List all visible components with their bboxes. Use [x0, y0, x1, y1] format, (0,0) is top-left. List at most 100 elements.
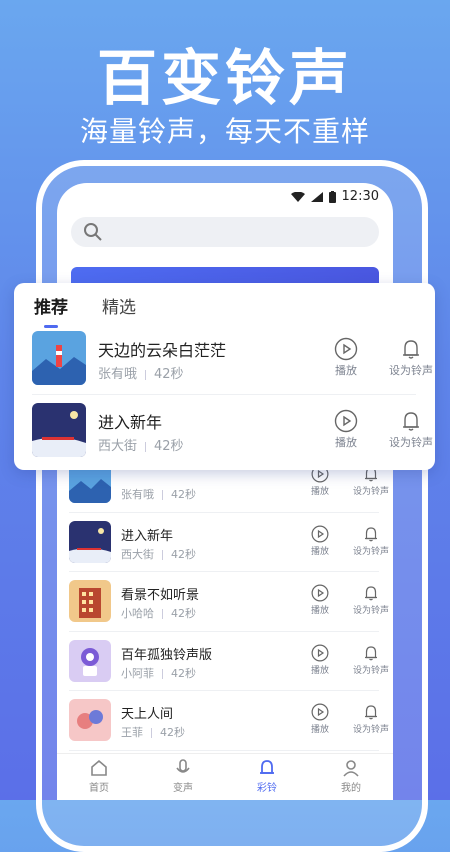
- song-meta: 王菲 42秒: [121, 724, 185, 740]
- duration: 42秒: [154, 439, 184, 454]
- song-title: 看景不如听景: [121, 588, 200, 603]
- play-button[interactable]: 播放: [316, 337, 376, 378]
- song-meta: 张有哦 42秒: [121, 486, 196, 502]
- battery-icon: [328, 190, 336, 203]
- play-button[interactable]: 播放: [316, 409, 376, 450]
- list-item[interactable]: 进入新年西大街 42秒 播放 设为铃声: [69, 513, 389, 572]
- play-button[interactable]: 播放: [295, 644, 345, 676]
- meta-divider: [145, 441, 147, 452]
- duration: 42秒: [154, 367, 184, 382]
- tab-mine[interactable]: 我的: [309, 754, 393, 800]
- song-title: 天边的云朵白茫茫: [98, 341, 227, 360]
- bottom-tabbar: 首页 变声 彩铃 我的: [57, 753, 393, 800]
- tab-recommended[interactable]: 推荐: [34, 293, 68, 328]
- play-button[interactable]: 播放: [295, 584, 345, 616]
- user-icon: [343, 760, 359, 777]
- cover-thumbnail: [69, 639, 111, 682]
- play-icon: [311, 584, 329, 602]
- play-label: 播放: [335, 436, 357, 449]
- meta-divider: [162, 668, 163, 679]
- bell-icon: [403, 412, 419, 431]
- microphone-icon: [176, 759, 190, 773]
- status-bar: 12:30: [290, 189, 379, 204]
- song-title: 百年孤独铃声版: [121, 647, 213, 663]
- status-time: 12:30: [341, 189, 379, 204]
- play-icon: [334, 409, 358, 433]
- bell-icon: [260, 760, 274, 774]
- bell-icon: [365, 586, 377, 601]
- set-ringtone-button[interactable]: 设为铃声: [378, 409, 444, 450]
- ringtone-list: 张有哦 42秒 播放 设为铃声 进入新年 西大街 42秒 播放 设为铃声 看景不如听景 小哈哈 42秒…: [57, 453, 393, 800]
- artist-name: 小哈哈: [121, 607, 154, 620]
- set-ringtone-button[interactable]: 设为铃声: [341, 644, 393, 676]
- set-ringtone-button[interactable]: 设为铃声: [341, 584, 393, 616]
- card-item[interactable]: 进入新年 西大街 42秒 播放 设为铃声: [32, 403, 433, 473]
- song-title: 天上人间: [121, 707, 174, 722]
- meta-divider: [162, 490, 163, 500]
- promo-subline: 海量铃声，每天不重样: [79, 115, 370, 148]
- tab-voice[interactable]: 变声: [141, 754, 225, 800]
- cover-thumbnail: [69, 699, 111, 741]
- set-ringtone-label: 设为铃声: [352, 546, 389, 557]
- featured-card: 推荐 精选 天边的云朵白茫茫 张有哦 42秒 播放 设为铃声 进入新年 西大街 42…: [14, 283, 435, 470]
- cover-thumbnail: [69, 580, 111, 622]
- bell-icon: [365, 526, 377, 541]
- set-ringtone-label: 设为铃声: [389, 364, 433, 377]
- set-ringtone-button[interactable]: 设为铃声: [341, 703, 393, 735]
- meta-divider: [145, 369, 147, 380]
- tab-mine-label: 我的: [341, 783, 361, 794]
- home-icon: [91, 759, 107, 776]
- song-meta: 小哈哈 42秒: [121, 605, 196, 621]
- tab-home-label: 首页: [89, 783, 109, 794]
- bell-icon: [403, 340, 419, 359]
- play-button[interactable]: 播放: [295, 525, 345, 557]
- divider: [32, 394, 416, 395]
- tab-home[interactable]: 首页: [57, 754, 141, 800]
- cover-thumbnail: [32, 403, 86, 457]
- play-icon: [311, 644, 329, 661]
- tab-voice-label: 变声: [173, 783, 193, 794]
- set-ringtone-label: 设为铃声: [389, 436, 433, 449]
- song-meta: 张有哦 42秒: [98, 363, 184, 382]
- play-label: 播放: [310, 725, 329, 735]
- list-item[interactable]: 看景不如听景 小哈哈 42秒 播放 设为铃声: [69, 572, 389, 632]
- duration: 42秒: [171, 607, 196, 620]
- cover-thumbnail: [69, 520, 111, 563]
- set-ringtone-button[interactable]: 设为铃声: [378, 337, 444, 378]
- card-tabs: 推荐 精选: [34, 293, 136, 328]
- tab-ringback[interactable]: 彩铃: [225, 754, 309, 800]
- play-icon: [334, 337, 358, 361]
- tab-selected[interactable]: 精选: [102, 293, 136, 318]
- duration: 42秒: [171, 547, 196, 561]
- song-meta: 西大街 42秒: [98, 435, 184, 454]
- song-title: 进入新年: [98, 413, 163, 432]
- duration: 42秒: [171, 488, 196, 501]
- meta-divider: [151, 728, 152, 738]
- set-ringtone-button[interactable]: 设为铃声: [341, 525, 393, 557]
- set-ringtone-label: 设为铃声: [352, 487, 389, 497]
- play-label: 播放: [310, 546, 329, 557]
- cover-thumbnail: [32, 331, 86, 385]
- duration: 42秒: [171, 666, 196, 680]
- tab-ringback-label: 彩铃: [257, 783, 277, 794]
- artist-name: 王菲: [121, 726, 143, 739]
- card-item[interactable]: 天边的云朵白茫茫 张有哦 42秒 播放 设为铃声: [32, 331, 433, 401]
- play-icon: [311, 703, 329, 721]
- wifi-icon: [290, 191, 305, 202]
- play-label: 播放: [310, 665, 329, 676]
- play-label: 播放: [335, 364, 357, 377]
- promo-headline: 百变铃声: [97, 44, 353, 114]
- play-button[interactable]: 播放: [295, 703, 345, 735]
- list-item[interactable]: 天上人间王菲 42秒 播放 设为铃声: [69, 691, 389, 751]
- artist-name: 张有哦: [98, 367, 138, 382]
- signal-icon: [310, 191, 323, 202]
- bell-icon: [365, 705, 377, 720]
- search-input[interactable]: [71, 217, 379, 247]
- play-icon: [311, 525, 329, 542]
- set-ringtone-label: 设为铃声: [352, 725, 389, 735]
- song-title: 进入新年: [121, 528, 174, 544]
- song-meta: 西大街 42秒: [121, 546, 196, 562]
- bell-icon: [365, 645, 377, 660]
- play-label: 播放: [310, 606, 329, 616]
- list-item[interactable]: 百年孤独铃声版 小阿菲 42秒 播放 设为铃声: [69, 632, 389, 691]
